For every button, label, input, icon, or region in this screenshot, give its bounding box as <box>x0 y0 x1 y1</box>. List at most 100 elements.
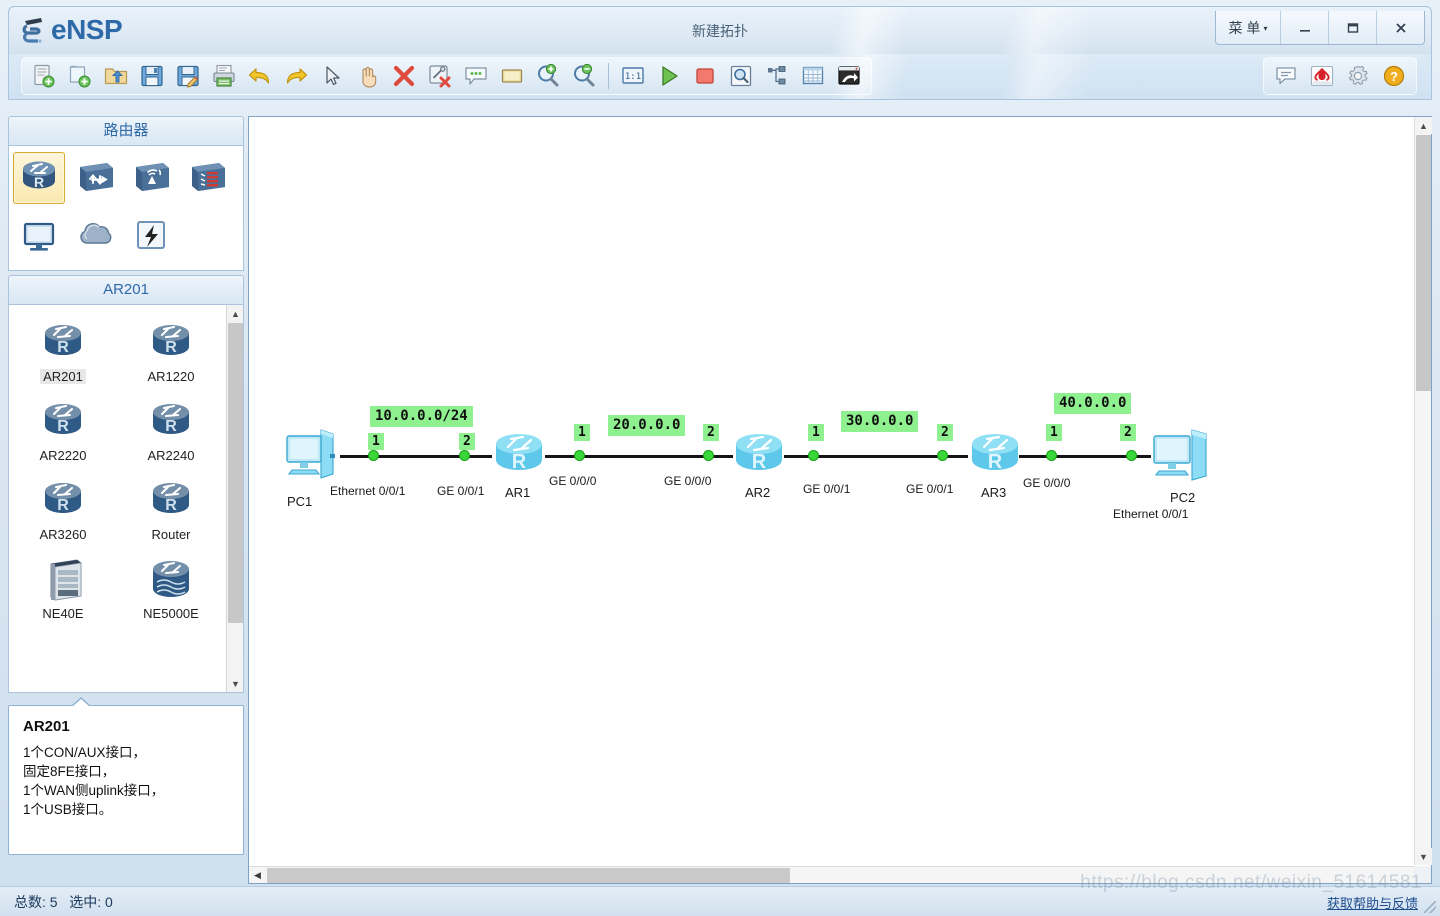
stop-device-button[interactable] <box>687 60 723 92</box>
device-class-wlan[interactable] <box>125 152 177 204</box>
node-pc1[interactable] <box>283 424 339 493</box>
undo-button[interactable] <box>242 60 278 92</box>
model-label: AR2220 <box>39 448 87 463</box>
save-button[interactable] <box>134 60 170 92</box>
screenshot-icon <box>838 66 860 85</box>
close-icon <box>1395 22 1406 33</box>
pan-button[interactable] <box>350 60 386 92</box>
model-label: AR1220 <box>147 369 195 384</box>
node-ar3[interactable]: R <box>966 428 1024 489</box>
canvas-vertical-scrollbar[interactable]: ▲ ▼ <box>1414 117 1432 865</box>
device-class-router[interactable]: R <box>13 152 65 204</box>
scrollbar-thumb[interactable] <box>228 323 243 623</box>
feedback-button[interactable] <box>1268 60 1304 92</box>
model-item-ne5000e[interactable]: NE5000E <box>117 548 225 627</box>
node-pc2[interactable] <box>1146 424 1212 493</box>
help-icon: ? <box>1383 65 1405 87</box>
port-dot[interactable] <box>369 451 378 460</box>
new-device-button[interactable] <box>62 60 98 92</box>
device-class-cloud[interactable] <box>69 210 121 262</box>
topology-canvas[interactable]: 10.0.0.0/24 20.0.0.0 30.0.0.0 40.0.0.0 1… <box>249 117 1413 865</box>
svg-text:1:1: 1:1 <box>625 72 641 82</box>
model-item-ar201[interactable]: R AR201 <box>9 311 117 390</box>
help-feedback-link[interactable]: 获取帮助与反馈 <box>1327 893 1418 912</box>
packet-capture-icon <box>730 65 752 87</box>
add-note-button[interactable] <box>458 60 494 92</box>
device-class-terminal[interactable] <box>13 210 65 262</box>
model-list-scrollbar[interactable]: ▲ ▼ <box>226 305 243 692</box>
router-icon: R <box>37 473 89 525</box>
model-item-router[interactable]: R Router <box>117 469 225 548</box>
scrollbar-corner <box>1414 866 1431 883</box>
scrollbar-thumb[interactable] <box>267 868 790 883</box>
delete-link-button[interactable] <box>422 60 458 92</box>
scroll-up-icon[interactable]: ▲ <box>227 305 243 322</box>
print-button[interactable] <box>206 60 242 92</box>
node-ar2[interactable]: R <box>730 428 788 489</box>
device-class-row-2 <box>13 210 239 262</box>
device-class-firewall[interactable] <box>181 152 233 204</box>
close-button[interactable] <box>1376 11 1424 44</box>
redo-button[interactable] <box>278 60 314 92</box>
connection-class-icon <box>137 221 165 249</box>
menu-button[interactable]: 菜 单 ▾ <box>1216 11 1280 44</box>
svg-text:R: R <box>57 339 69 356</box>
settings-button[interactable] <box>1340 60 1376 92</box>
link-pc1-ar1[interactable] <box>340 455 492 458</box>
grid-button[interactable] <box>795 60 831 92</box>
start-device-button[interactable] <box>651 60 687 92</box>
network-label: 20.0.0.0 <box>608 415 686 436</box>
model-item-ar1220[interactable]: R AR1220 <box>117 311 225 390</box>
port-dot[interactable] <box>575 451 584 460</box>
select-button[interactable] <box>314 60 350 92</box>
device-class-connection[interactable] <box>125 210 177 262</box>
canvas-horizontal-scrollbar[interactable]: ◀ ▶ <box>249 866 1426 884</box>
add-shape-button[interactable] <box>494 60 530 92</box>
model-item-ar3260[interactable]: R AR3260 <box>9 469 117 548</box>
minimize-button[interactable] <box>1280 11 1328 44</box>
add-shape-icon <box>501 69 523 83</box>
device-category-header: 路由器 <box>8 116 244 146</box>
model-item-ne40e[interactable]: NE40E <box>9 548 117 627</box>
topology-tree-icon <box>768 66 786 85</box>
scroll-left-icon[interactable]: ◀ <box>249 867 266 884</box>
port-dot[interactable] <box>938 451 947 460</box>
port-dot[interactable] <box>704 451 713 460</box>
node-ar1[interactable]: R <box>490 428 548 489</box>
port-dot[interactable] <box>809 451 818 460</box>
help-button[interactable]: ? <box>1376 60 1412 92</box>
packet-capture-button[interactable] <box>723 60 759 92</box>
huawei-button[interactable] <box>1304 60 1340 92</box>
scroll-down-icon[interactable]: ▼ <box>227 675 243 692</box>
info-line: 1个WAN侧uplink接口， <box>23 783 165 798</box>
delete-button[interactable] <box>386 60 422 92</box>
port-number: 2 <box>703 424 719 441</box>
maximize-button[interactable] <box>1328 11 1376 44</box>
resize-grip[interactable] <box>1424 901 1436 913</box>
zoom-out-button[interactable] <box>566 60 602 92</box>
port-dot[interactable] <box>1047 451 1056 460</box>
device-info-tooltip: AR201 1个CON/AUX接口， 固定8FE接口， 1个WAN侧uplink… <box>8 697 244 855</box>
model-item-ar2240[interactable]: R AR2240 <box>117 390 225 469</box>
port-dot[interactable] <box>460 451 469 460</box>
model-label: Router <box>151 527 191 542</box>
pc-icon <box>286 429 335 479</box>
scroll-up-icon[interactable]: ▲ <box>1415 117 1432 134</box>
topology-tree-button[interactable] <box>759 60 795 92</box>
screenshot-button[interactable] <box>831 60 867 92</box>
zoom-in-button[interactable] <box>530 60 566 92</box>
device-class-switch[interactable] <box>69 152 121 204</box>
save-as-button[interactable] <box>170 60 206 92</box>
open-folder-icon <box>104 68 128 85</box>
actual-size-button[interactable]: 1:1 <box>615 60 651 92</box>
open-button[interactable] <box>98 60 134 92</box>
node-label: PC1 <box>287 494 313 509</box>
new-topology-button[interactable] <box>26 60 62 92</box>
port-dot[interactable] <box>1127 451 1136 460</box>
scroll-down-icon[interactable]: ▼ <box>1415 848 1432 865</box>
scrollbar-thumb[interactable] <box>1416 135 1431 391</box>
model-item-ar2220[interactable]: R AR2220 <box>9 390 117 469</box>
info-line: 固定8FE接口， <box>23 764 116 779</box>
ensp-window: eNSP 新建拓扑 菜 单 ▾ 1:1 ? 路由器 R AR201 R AR20… <box>0 0 1440 916</box>
node-label: AR3 <box>981 485 1007 500</box>
